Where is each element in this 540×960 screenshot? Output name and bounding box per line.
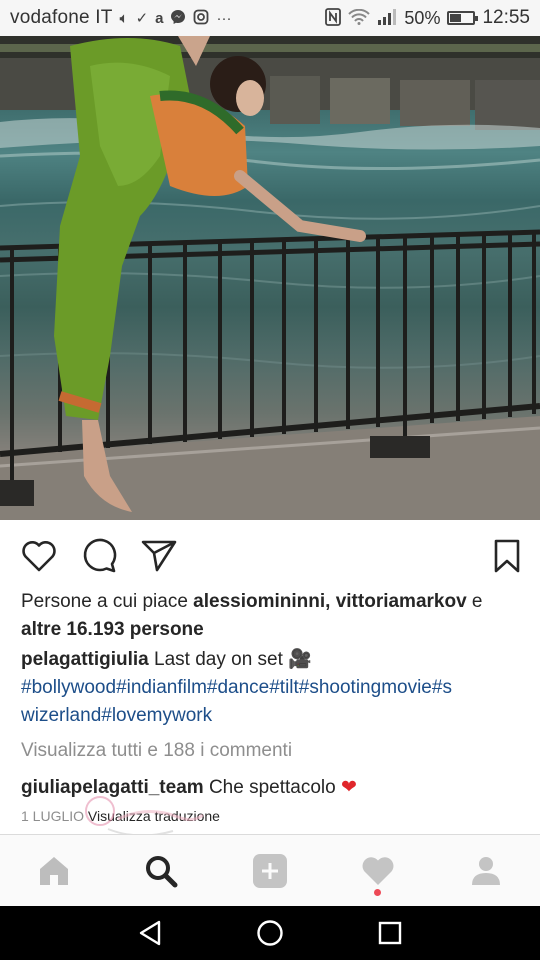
volume-icon: 🔈︎ (119, 9, 129, 27)
likes-summary[interactable]: Persone a cui piace alessiomininni, vitt… (21, 588, 526, 644)
caption-text: Last day on set 🎥 (148, 649, 312, 670)
bottom-nav (0, 834, 540, 906)
post-caption: pelagattigiulia Last day on set 🎥 #bolly… (21, 646, 526, 730)
more-icon: ··· (216, 9, 232, 27)
activity-icon[interactable] (358, 851, 398, 891)
home-circle-icon[interactable] (255, 918, 285, 948)
post-photo-illustration (0, 36, 540, 520)
comment-row: giuliapelagatti_team Che spettacolo ❤ (21, 774, 526, 802)
carrier-name: vodafone IT (10, 7, 113, 28)
caption-hashtags-line2[interactable]: wizerland#lovemywork (21, 705, 212, 726)
messenger-icon (170, 9, 186, 28)
likes-others[interactable]: altre 16.193 persone (21, 619, 204, 640)
notification-dot (374, 889, 381, 896)
heart-outline-icon[interactable] (21, 538, 57, 574)
add-icon[interactable] (250, 851, 290, 891)
system-nav-bar (0, 906, 540, 960)
nfc-icon (325, 7, 342, 29)
instagram-icon (193, 9, 209, 28)
caption-username[interactable]: pelagattigiulia (21, 649, 149, 670)
likes-users[interactable]: alessiomininni, vittoriamarkov (193, 591, 466, 612)
post-date: 1 LUGLIO (21, 808, 85, 824)
home-icon[interactable] (34, 851, 74, 891)
comment-username[interactable]: giuliapelagatti_team (21, 777, 204, 798)
translate-link[interactable]: Visualizza traduzione (88, 808, 220, 824)
amazon-icon: a (155, 9, 164, 27)
signal-icon (377, 8, 397, 28)
wifi-icon (348, 8, 371, 28)
profile-icon[interactable] (466, 851, 506, 891)
heart-emoji-icon: ❤ (340, 777, 357, 798)
likes-connector: e (466, 591, 483, 612)
caption-hashtags-line1[interactable]: #bollywood#indianfilm#dance#tilt#shootin… (21, 677, 452, 698)
bookmark-icon[interactable] (489, 538, 525, 574)
post-photo[interactable] (0, 36, 540, 520)
check-icon: ✓ (135, 9, 149, 27)
search-icon[interactable] (141, 851, 181, 891)
post-meta: 1 LUGLIO Visualizza traduzione (21, 806, 526, 826)
status-bar-right: 50% 12:55 (325, 7, 530, 29)
post-actions (0, 528, 540, 584)
comment-text: Che spettacolo (203, 777, 336, 798)
status-bar-left: vodafone IT 🔈︎ ✓ a ··· (10, 7, 231, 29)
clock: 12:55 (482, 7, 530, 28)
status-bar: vodafone IT 🔈︎ ✓ a ··· 50% 12:55 (0, 0, 540, 36)
recents-icon[interactable] (375, 918, 405, 948)
send-icon[interactable] (141, 538, 177, 574)
comment-icon[interactable] (81, 538, 117, 574)
back-icon[interactable] (135, 918, 165, 948)
likes-prefix: Persone a cui piace (21, 591, 194, 612)
view-all-comments-link[interactable]: Visualizza tutti e 188 i commenti (21, 737, 526, 765)
battery-percent: 50% (404, 7, 441, 28)
battery-icon (447, 11, 479, 25)
